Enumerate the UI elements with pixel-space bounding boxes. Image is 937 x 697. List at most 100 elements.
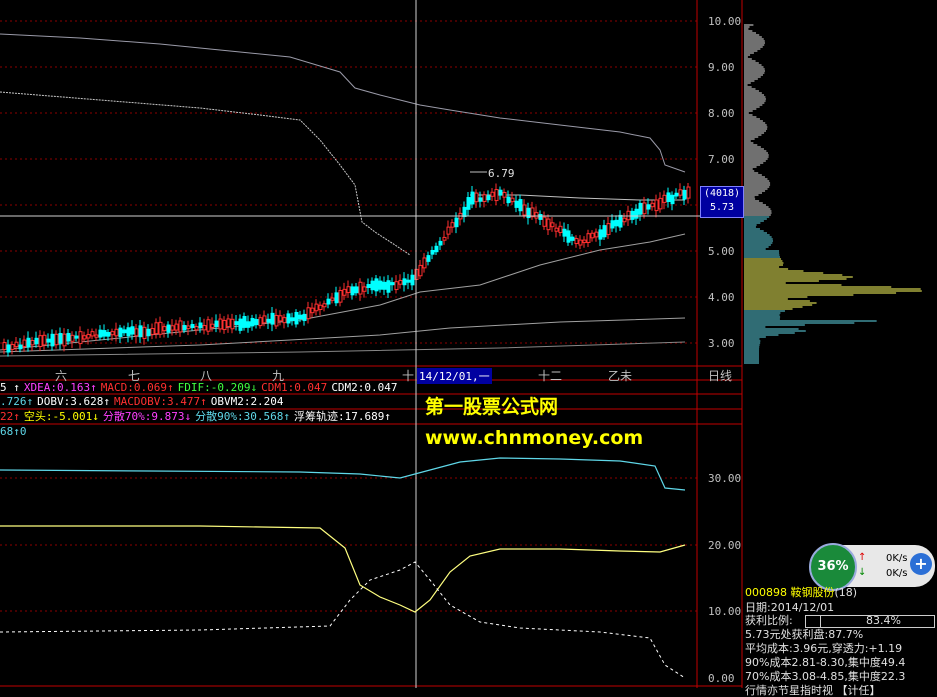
month-label: 十	[402, 369, 415, 383]
candle-body	[422, 257, 427, 269]
peak-label: 6.79	[488, 167, 515, 180]
chip-date: 日期:2014/12/01	[745, 601, 835, 614]
candle-body	[58, 333, 63, 344]
candle-body	[434, 245, 439, 253]
candle-body	[406, 279, 411, 283]
dispersion90-line	[0, 457, 686, 491]
price-axis-label: 10.00	[708, 15, 742, 28]
candle-body	[198, 322, 203, 329]
candle-body	[46, 338, 51, 343]
price-tag-top: (4018)	[703, 188, 741, 199]
indicator-value: CDM2:0.047	[331, 381, 398, 394]
candle-body	[258, 317, 263, 327]
candle-body	[402, 278, 407, 286]
candle-body	[542, 216, 547, 227]
float-chip-line	[0, 561, 686, 679]
candle-body	[634, 208, 639, 219]
candle-body	[462, 206, 467, 218]
candle-body	[654, 199, 659, 212]
candle-body	[638, 202, 643, 215]
candle-body	[370, 280, 375, 291]
candle-body	[478, 197, 483, 202]
candle-body	[318, 304, 323, 310]
candle-body	[18, 344, 23, 350]
profit-ratio-value: 83.4%	[866, 614, 901, 627]
candle-body	[134, 328, 139, 337]
candle-body	[206, 319, 211, 332]
indicator-value: XDEA:0.163↑	[23, 381, 97, 394]
candle-body	[166, 324, 171, 333]
candle-body	[210, 323, 215, 329]
stock-header: 000898 鞍钢股份(18)	[745, 586, 857, 599]
candle-body	[238, 318, 243, 331]
ma-line-3	[0, 341, 686, 357]
chart-canvas	[0, 0, 922, 688]
candlestick-series	[2, 183, 691, 357]
cost90-line: 90%成本2.81-8.30,集中度49.4	[745, 656, 906, 669]
candle-body	[334, 292, 339, 304]
candle-body	[470, 191, 475, 205]
upper-band-line	[0, 33, 686, 173]
footer-line: 行情亦节星指时视 【计任】	[745, 684, 881, 697]
stock-name: 鞍钢股份	[790, 586, 835, 599]
candle-body	[202, 325, 207, 331]
price-tag-bottom: 5.73	[709, 202, 735, 213]
candle-body	[618, 214, 623, 228]
avg-cost-line: 平均成本:3.96元,穿透力:+1.19	[745, 642, 903, 655]
speed-gauge[interactable]: 36%	[809, 543, 857, 591]
candle-body	[194, 326, 199, 331]
candle-body	[518, 199, 523, 212]
candle-body	[326, 298, 331, 305]
candle-body	[282, 317, 287, 324]
candle-body	[66, 332, 71, 342]
candle-body	[534, 212, 539, 219]
candle-body	[426, 255, 431, 262]
candle-body	[394, 281, 399, 291]
candle-body	[62, 333, 67, 347]
period-tab[interactable]: 日线	[708, 367, 732, 384]
candle-body	[494, 189, 499, 202]
price-axis-label: 4.00	[708, 291, 735, 304]
candle-body	[374, 278, 379, 292]
candle-body	[686, 186, 691, 199]
candle-body	[450, 222, 455, 228]
candle-body	[34, 337, 39, 345]
lower-axis-label: 10.00	[708, 605, 742, 618]
profit-ratio-label: 获利比例:	[745, 614, 793, 627]
candle-body	[114, 328, 119, 337]
candle-body	[306, 307, 311, 320]
candle-body	[70, 334, 75, 342]
price-profit-line: 5.73元处获利盘:87.7%	[745, 628, 864, 641]
candle-body	[590, 232, 595, 239]
candle-body	[226, 318, 231, 328]
dispersion70-line	[0, 525, 686, 613]
candle-body	[546, 218, 551, 231]
candle-body	[418, 264, 423, 277]
candle-body	[170, 325, 175, 331]
candle-body	[662, 194, 667, 203]
candle-body	[234, 321, 239, 326]
candle-body	[674, 192, 679, 197]
candle-body	[162, 326, 167, 332]
candle-body	[266, 318, 271, 323]
candle-body	[186, 325, 191, 330]
candle-body	[562, 228, 567, 237]
candle-body	[230, 318, 235, 330]
candle-body	[506, 196, 511, 204]
candle-body	[538, 214, 543, 220]
candle-body	[482, 194, 487, 202]
candle-body	[10, 344, 15, 350]
candle-body	[98, 329, 103, 338]
candle-body	[502, 191, 507, 198]
candle-body	[2, 342, 7, 350]
candle-body	[122, 329, 127, 334]
candle-body	[514, 200, 519, 208]
indicator-value: 5 ↑	[0, 381, 20, 394]
candle-body	[254, 319, 259, 326]
lower-axis-label: 30.00	[708, 472, 742, 485]
upload-speed: 0K/s	[886, 553, 908, 564]
add-icon[interactable]: +	[910, 553, 932, 575]
candle-body	[550, 222, 555, 228]
candle-body	[50, 333, 55, 347]
candle-body	[642, 202, 647, 215]
